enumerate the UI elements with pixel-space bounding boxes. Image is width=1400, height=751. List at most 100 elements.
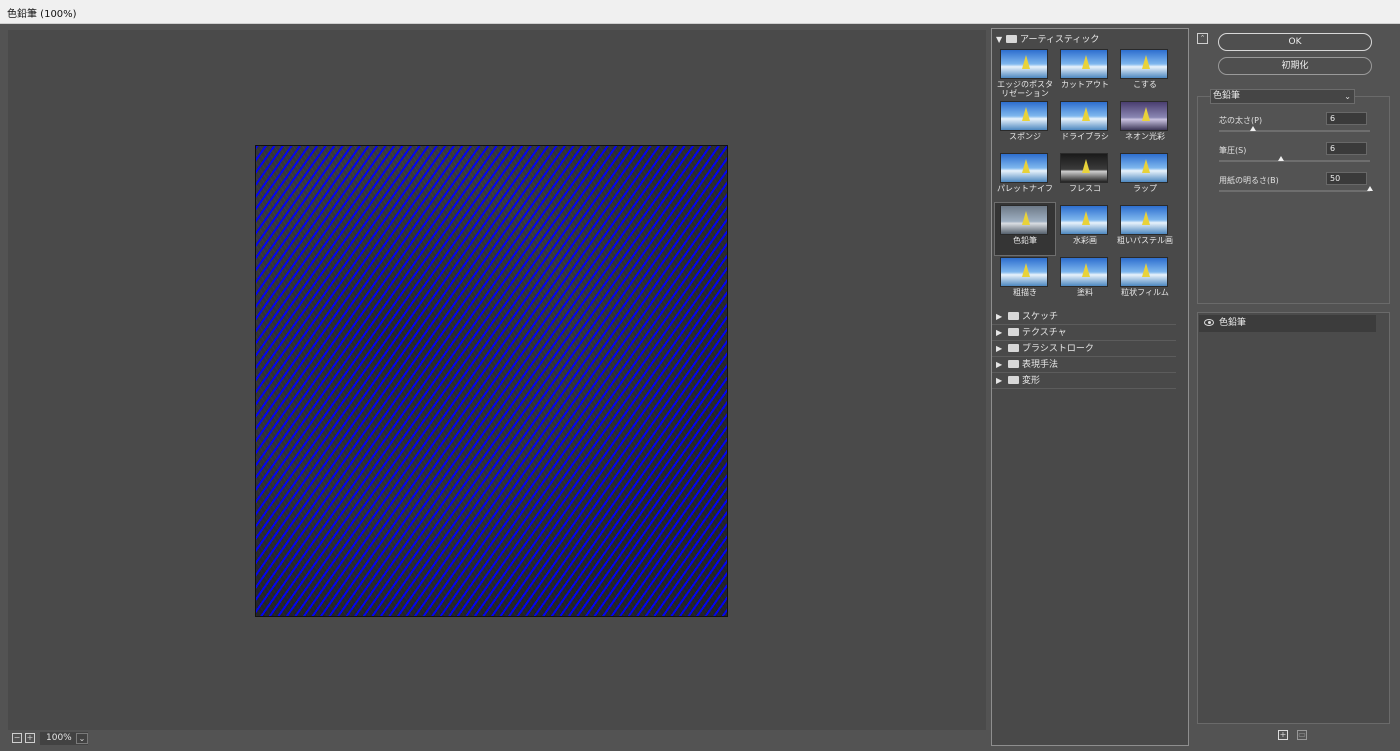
filter-gallery-window: − + 100% ⌄ ▼ アーティスティック エッジのポスタリゼーション カットアウ… [0,24,1400,751]
effect-layers-panel: 色鉛筆 [1197,312,1390,724]
filter-select[interactable]: 色鉛筆 ⌄ [1210,89,1355,104]
filter-thumbnail[interactable]: 色鉛筆 [994,202,1056,256]
filter-thumbnail[interactable]: ネオン光彩 [1115,99,1175,151]
sailboat-image [1082,211,1090,225]
category-label: スケッチ [1022,312,1059,322]
filter-thumbnail[interactable]: 塗料 [1055,255,1115,307]
filter-preview-image [1000,153,1048,183]
sailboat-image [1022,159,1030,173]
filter-thumbnail[interactable]: エッジのポスタリゼーション [995,47,1055,99]
param-slider[interactable] [1219,126,1370,132]
effect-layer-row[interactable]: 色鉛筆 [1199,315,1376,332]
ok-button[interactable]: OK [1218,33,1372,51]
sailboat-image [1082,159,1090,173]
category-row[interactable]: ▶ スケッチ [992,309,1176,325]
chevron-down-icon: ⌄ [1344,92,1351,101]
sailboat-image [1142,211,1150,225]
filter-preview-image [1060,205,1108,235]
trash-icon[interactable]: ▭ [1297,730,1307,740]
preview-image[interactable] [255,145,728,617]
sailboat-image [1142,55,1150,69]
slider-thumb[interactable] [1367,186,1373,191]
new-effect-layer-icon[interactable]: + [1278,730,1288,740]
sailboat-image [1082,263,1090,277]
filter-preview-image [1120,101,1168,131]
filter-label: 粒状フィルム [1121,288,1169,297]
zoom-in-button[interactable]: + [25,733,35,743]
sailboat-image [1142,107,1150,121]
filter-label: スポンジ [1009,132,1041,141]
filter-preview-image [1000,49,1048,79]
filter-label: カットアウト [1061,80,1109,89]
category-label: 変形 [1022,376,1041,386]
sailboat-image [1082,55,1090,69]
category-row[interactable]: ▶ 表現手法 [992,357,1176,373]
filter-label: ラップ [1133,184,1157,193]
filter-preview-image [1000,257,1048,287]
filter-preview-image [1120,153,1168,183]
filter-thumbnail[interactable]: パレットナイフ [995,151,1055,203]
param-label: 筆圧(S) [1219,146,1247,155]
folder-icon [1008,328,1019,336]
category-label: アーティスティック [1020,35,1100,45]
folder-icon [1008,376,1019,384]
param-slider[interactable] [1219,186,1373,192]
filter-select-value: 色鉛筆 [1213,91,1241,101]
category-label: テクスチャ [1022,328,1067,338]
filter-gallery: ▼ アーティスティック エッジのポスタリゼーション カットアウト こするスポンジ ドライ… [991,28,1189,746]
folder-icon [1008,312,1019,320]
filter-thumbnail[interactable]: こする [1115,47,1175,99]
filter-thumbnail[interactable]: フレスコ [1055,151,1115,203]
category-row[interactable]: ▶ 変形 [992,373,1176,389]
sailboat-image [1022,263,1030,277]
filter-thumbnail[interactable]: カットアウト [1055,47,1115,99]
collapse-gallery-icon[interactable]: ⌃ [1197,33,1208,44]
filter-thumbnail[interactable]: 粗いパステル画 [1115,203,1175,255]
filter-preview-image [1060,101,1108,131]
sailboat-image [1022,107,1030,121]
filter-label: フレスコ [1069,184,1101,193]
param-value-input[interactable]: 50 [1326,172,1367,185]
chevron-down-icon[interactable]: ⌄ [76,733,88,744]
reset-button[interactable]: 初期化 [1218,57,1372,75]
filter-thumbnail[interactable]: ドライブラシ [1055,99,1115,151]
category-label: 表現手法 [1022,360,1059,370]
filter-thumbnail[interactable]: 粗描き [995,255,1055,307]
filter-label: 色鉛筆 [1013,236,1037,245]
filter-label: 粗描き [1013,288,1037,297]
category-row[interactable]: ▶ ブラシストローク [992,341,1176,357]
triangle-right-icon: ▶ [996,376,1003,385]
filter-label: 水彩画 [1073,236,1097,245]
triangle-right-icon: ▶ [996,360,1003,369]
filter-preview-image [1060,153,1108,183]
param-value-input[interactable]: 6 [1326,142,1367,155]
category-header-artistic[interactable]: ▼ アーティスティック [996,32,1099,46]
param-label: 芯の太さ(P) [1219,116,1263,125]
sailboat-image [1022,55,1030,69]
collapsed-category-list: ▶ スケッチ ▶ テクスチャ ▶ ブラシストローク ▶ 表現手法 ▶ 変形 [992,309,1176,389]
eye-icon[interactable] [1204,319,1214,326]
triangle-down-icon: ▼ [996,35,1003,44]
filter-label: 粗いパステル画 [1117,236,1173,245]
preview-area[interactable] [8,30,986,730]
category-row[interactable]: ▶ テクスチャ [992,325,1176,341]
slider-thumb[interactable] [1278,156,1285,161]
filter-thumbnail[interactable]: 水彩画 [1055,203,1115,255]
filter-thumbnail[interactable]: 粒状フィルム [1115,255,1175,307]
slider-thumb[interactable] [1250,126,1257,131]
param-label: 用紙の明るさ(B) [1219,176,1279,185]
category-label: ブラシストローク [1022,344,1094,354]
filter-label: 塗料 [1077,288,1093,297]
effect-layer-name: 色鉛筆 [1219,318,1247,328]
filter-thumbnail[interactable]: ラップ [1115,151,1175,203]
param-value-input[interactable]: 6 [1326,112,1367,125]
param-slider[interactable] [1219,156,1370,162]
title-bar: 色鉛筆 (100%) [0,0,1400,24]
filter-settings-panel: 色鉛筆 ⌄ 芯の太さ(P) 6 筆圧(S) 6 用紙の明るさ(B) 50 [1197,89,1390,304]
filter-label: パレットナイフ [997,184,1053,193]
zoom-out-button[interactable]: − [12,733,22,743]
triangle-right-icon: ▶ [996,344,1003,353]
filter-thumbnail[interactable]: スポンジ [995,99,1055,151]
filter-preview-image [1000,101,1048,131]
sailboat-image [1142,159,1150,173]
